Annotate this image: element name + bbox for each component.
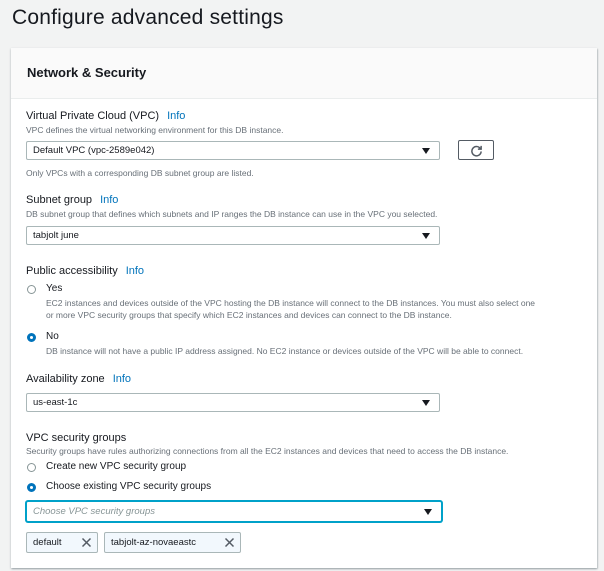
availability-zone-select-value: us-east-1c bbox=[33, 397, 78, 408]
panel-title: Network & Security bbox=[27, 65, 147, 80]
vpc-note: Only VPCs with a corresponding DB subnet… bbox=[26, 168, 254, 178]
subnet-select-value: tabjolt june bbox=[33, 230, 79, 241]
page-title: Configure advanced settings bbox=[12, 6, 284, 29]
close-icon[interactable] bbox=[81, 537, 92, 548]
subnet-info-link[interactable]: Info bbox=[100, 194, 118, 206]
subnet-label: Subnet group bbox=[26, 194, 93, 206]
subnet-field: Subnet group Info bbox=[26, 194, 118, 206]
security-groups-select[interactable]: Choose VPC security groups bbox=[26, 501, 442, 522]
public-access-yes-description-1: EC2 instances and devices outside of the… bbox=[46, 298, 536, 308]
security-groups-description: Security groups have rules authorizing c… bbox=[26, 446, 509, 456]
public-access-label: Public accessibility bbox=[26, 265, 118, 277]
public-access-info-link[interactable]: Info bbox=[126, 265, 144, 277]
refresh-icon bbox=[471, 145, 482, 157]
vpc-field: Virtual Private Cloud (VPC) Info bbox=[26, 110, 185, 122]
public-access-no-label[interactable]: No bbox=[46, 331, 59, 342]
security-group-token-label: tabjolt-az-novaeastc bbox=[111, 537, 197, 548]
subnet-description: DB subnet group that defines which subne… bbox=[26, 209, 438, 219]
public-access-yes-label[interactable]: Yes bbox=[46, 283, 62, 294]
security-groups-label: VPC security groups bbox=[26, 432, 127, 444]
vpc-description: VPC defines the virtual networking envir… bbox=[26, 125, 284, 135]
public-access-field: Public accessibility Info bbox=[26, 265, 144, 277]
vpc-info-link[interactable]: Info bbox=[167, 110, 185, 122]
vpc-label: Virtual Private Cloud (VPC) bbox=[26, 110, 160, 122]
security-group-token-label: default bbox=[33, 537, 62, 548]
security-groups-placeholder: Choose VPC security groups bbox=[33, 506, 155, 517]
chevron-down-icon bbox=[422, 400, 430, 406]
subnet-select[interactable]: tabjolt june bbox=[26, 226, 440, 245]
security-group-token: default bbox=[26, 532, 98, 553]
security-group-token: tabjolt-az-novaeastc bbox=[104, 532, 241, 553]
chevron-down-icon bbox=[422, 233, 430, 239]
chevron-down-icon bbox=[422, 148, 430, 154]
availability-zone-select[interactable]: us-east-1c bbox=[26, 393, 440, 412]
public-access-no-description: DB instance will not have a public IP ad… bbox=[46, 346, 524, 356]
choose-existing-security-group-radio[interactable] bbox=[27, 483, 36, 492]
create-security-group-radio[interactable] bbox=[27, 463, 36, 472]
availability-zone-info-link[interactable]: Info bbox=[113, 373, 131, 385]
panel-header: Network & Security bbox=[11, 48, 597, 99]
availability-zone-label: Availability zone bbox=[26, 373, 105, 385]
choose-existing-security-group-label[interactable]: Choose existing VPC security groups bbox=[46, 481, 211, 492]
vpc-refresh-button[interactable] bbox=[458, 140, 494, 160]
public-access-no-radio[interactable] bbox=[27, 333, 36, 342]
vpc-select[interactable]: Default VPC (vpc-2589e042) bbox=[26, 141, 440, 160]
network-security-panel: Network & Security Virtual Private Cloud… bbox=[11, 48, 597, 568]
public-access-yes-radio[interactable] bbox=[27, 285, 36, 294]
public-access-yes-description-2: or more VPC security groups that specify… bbox=[46, 310, 452, 320]
vpc-select-value: Default VPC (vpc-2589e042) bbox=[33, 145, 155, 156]
chevron-down-icon bbox=[424, 509, 432, 515]
close-icon[interactable] bbox=[224, 537, 235, 548]
create-security-group-label[interactable]: Create new VPC security group bbox=[46, 461, 186, 472]
availability-zone-field: Availability zone Info bbox=[26, 373, 131, 385]
